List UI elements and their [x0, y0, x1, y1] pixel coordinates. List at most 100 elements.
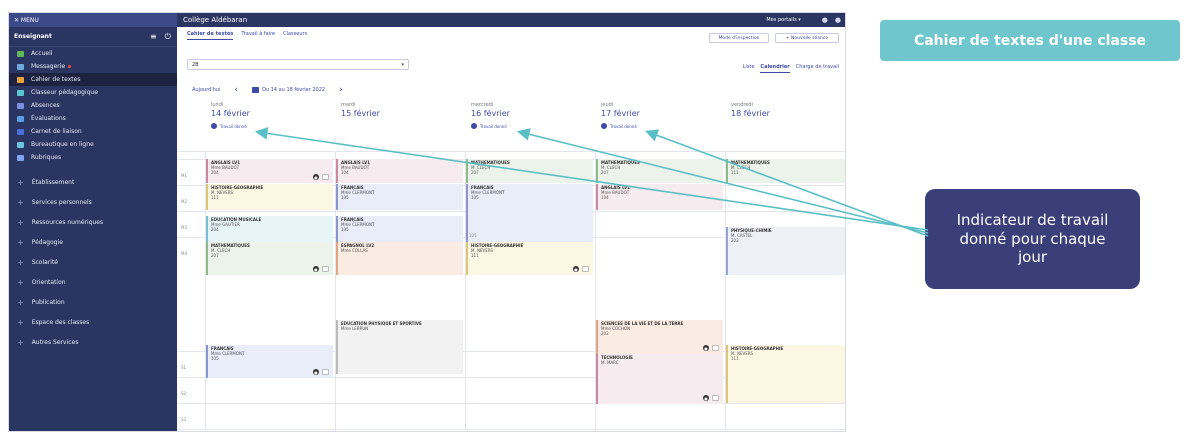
sidebar-section-label: Autres Services: [31, 338, 79, 346]
plus-icon: +: [17, 317, 24, 327]
plus-icon: +: [17, 257, 24, 267]
lesson-card[interactable]: HISTOIRE-GEOGRAPHIE M. NEVERS 111: [726, 345, 845, 403]
sidebar-items: Accueil Messagerie Cahier de textes Classeu…: [9, 47, 177, 164]
comment-icon[interactable]: ●: [703, 395, 709, 401]
help-icon[interactable]: ●: [835, 16, 841, 24]
lesson-room: 111: [731, 170, 739, 175]
lesson-room: 105: [469, 233, 477, 238]
toggle-box[interactable]: [322, 174, 329, 180]
sidebar-section[interactable]: + Établissement: [9, 172, 177, 192]
lesson-card[interactable]: ANGLAIS LV1 Mme BAUDOT 204 ●: [206, 159, 333, 183]
sidebar-item[interactable]: Cahier de textes: [9, 73, 177, 86]
comment-icon[interactable]: ●: [703, 345, 709, 351]
day-date: 17 février: [601, 109, 640, 118]
comment-icon[interactable]: ●: [313, 266, 319, 272]
lesson-card[interactable]: FRANCAIS Mme CLERMONT 105: [466, 184, 593, 242]
tab-item[interactable]: Travail à faire: [241, 31, 275, 40]
menu-item-icon: [17, 63, 24, 70]
sidebar-section[interactable]: + Orientation: [9, 272, 177, 292]
day-header: vendredi 18 février: [725, 99, 845, 151]
sidebar-item-label: Absences: [31, 102, 60, 109]
lesson-card[interactable]: FRANCAIS Mme CLERMONT 105 ●: [206, 345, 333, 378]
tab-item[interactable]: Classeurs: [283, 31, 307, 40]
new-session-button[interactable]: + Nouvelle séance: [775, 33, 839, 43]
settings-icon[interactable]: ≡: [150, 32, 157, 42]
today-link[interactable]: Aujourd'hui: [192, 87, 220, 93]
lesson-card[interactable]: ANGLAIS LV1 Mme BAUDOT 104: [596, 184, 723, 210]
power-icon[interactable]: ⏻: [165, 32, 171, 42]
toggle-box[interactable]: [582, 266, 589, 272]
inspection-button[interactable]: Mode d'inspection: [709, 33, 769, 43]
plus-icon: +: [17, 297, 24, 307]
portals-menu[interactable]: Mes portails ▾: [766, 17, 800, 23]
sidebar-section[interactable]: + Ressources numériques: [9, 212, 177, 232]
lesson-card[interactable]: MATHEMATIQUES M. CLECH 111: [726, 159, 845, 183]
lesson-card[interactable]: EDUCATION PHYSIQUE ET SPORTIVE Mme LEBRUN: [336, 320, 463, 374]
bell-icon[interactable]: ●: [822, 16, 828, 24]
lesson-card[interactable]: ESPAGNOL LV2 Mme COLLAS: [336, 242, 463, 275]
sidebar-section[interactable]: + Autres Services: [9, 332, 177, 352]
class-select-value: 2B: [192, 61, 199, 68]
lesson-card[interactable]: MATHEMATIQUES M. CLECH 207: [466, 159, 593, 183]
sidebar-item[interactable]: Évaluations: [9, 112, 177, 125]
menu-toggle[interactable]: ✕ MENU: [9, 13, 177, 27]
lesson-teacher: Mme COLLAS: [341, 248, 368, 253]
sidebar-item[interactable]: Carnet de liaison: [9, 125, 177, 138]
lesson-card[interactable]: EDUCATION MUSICALE Mme GAUTIER 204: [206, 216, 333, 242]
day-name: mercredi: [471, 102, 494, 108]
toggle-box[interactable]: [712, 345, 719, 351]
sidebar-section[interactable]: + Publication: [9, 292, 177, 312]
class-select[interactable]: 2B ▾: [187, 59, 409, 70]
plus-icon: +: [17, 177, 24, 187]
hour-label: S2: [181, 391, 187, 396]
day-name: lundi: [211, 102, 224, 108]
lesson-card[interactable]: HISTOIRE-GEOGRAPHIE M. NEVERS 111 ●: [466, 242, 593, 275]
lesson-card[interactable]: FRANCAIS Mme CLERMONT 105: [336, 184, 463, 210]
view-option[interactable]: Liste: [743, 64, 755, 73]
sidebar-section[interactable]: + Scolarité: [9, 252, 177, 272]
work-indicator[interactable]: Travail donné: [211, 123, 335, 129]
lesson-card[interactable]: HISTOIRE-GEOGRAPHIE M. NEVERS 111: [206, 184, 333, 210]
sidebar-item-label: Cahier de textes: [31, 76, 81, 83]
lesson-card[interactable]: ANGLAIS LV1 Mme BAUDOT 104: [336, 159, 463, 183]
sidebar-item[interactable]: Bureautique en ligne: [9, 138, 177, 151]
view-option[interactable]: Charge de travail: [796, 64, 839, 73]
lesson-card[interactable]: TECHNOLOGIE M. MARC ●: [596, 354, 723, 404]
calendar-icon[interactable]: [252, 87, 260, 93]
tab-item[interactable]: Cahier de textes: [187, 31, 234, 40]
sidebar: ✕ MENU Enseignant ≡ ⏻ Accueil Messagerie Ca…: [9, 13, 177, 431]
sidebar-section[interactable]: + Services personnels: [9, 192, 177, 212]
lesson-card[interactable]: FRANCAIS Mme CLERMONT 105: [336, 216, 463, 242]
next-week-button[interactable]: ›: [339, 85, 343, 95]
day-date: 18 février: [731, 109, 770, 118]
lesson-card[interactable]: MATHEMATIQUES M. CLECH 207 ●: [206, 242, 333, 275]
day-header: mardi 15 février: [335, 99, 465, 151]
work-indicator[interactable]: Travail donné: [601, 123, 725, 129]
sidebar-item[interactable]: Rubriques: [9, 151, 177, 164]
sidebar-section[interactable]: + Pédagogie: [9, 232, 177, 252]
hour-label: M4: [181, 251, 187, 256]
sidebar-section-label: Services personnels: [31, 198, 92, 206]
sidebar-section-label: Ressources numériques: [31, 218, 104, 226]
lesson-card[interactable]: PHYSIQUE-CHIMIE M. CASTEL 203: [726, 227, 845, 275]
toggle-box[interactable]: [322, 369, 329, 375]
sidebar-section[interactable]: + Espace des classes: [9, 312, 177, 332]
menu-item-icon: [17, 50, 24, 57]
sidebar-item-label: Messagerie: [31, 63, 66, 70]
lesson-room: 207: [471, 170, 479, 175]
view-option[interactable]: Calendrier: [760, 64, 790, 73]
sidebar-item[interactable]: Accueil: [9, 47, 177, 60]
sidebar-item[interactable]: Absences: [9, 99, 177, 112]
lesson-card[interactable]: SCIENCES DE LA VIE ET DE LA TERRE Mme COC…: [596, 320, 723, 354]
lesson-room: 111: [731, 356, 739, 361]
comment-icon[interactable]: ●: [313, 369, 319, 375]
comment-icon[interactable]: ●: [573, 266, 579, 272]
prev-week-button[interactable]: ‹: [234, 85, 238, 95]
sidebar-item[interactable]: Classeur pédagogique: [9, 86, 177, 99]
toggle-box[interactable]: [712, 395, 719, 401]
comment-icon[interactable]: ●: [313, 174, 319, 180]
lesson-card[interactable]: MATHEMATIQUES M. CLECH 207: [596, 159, 723, 183]
work-indicator[interactable]: Travail donné: [471, 123, 595, 129]
toggle-box[interactable]: [322, 266, 329, 272]
sidebar-item[interactable]: Messagerie: [9, 60, 177, 73]
